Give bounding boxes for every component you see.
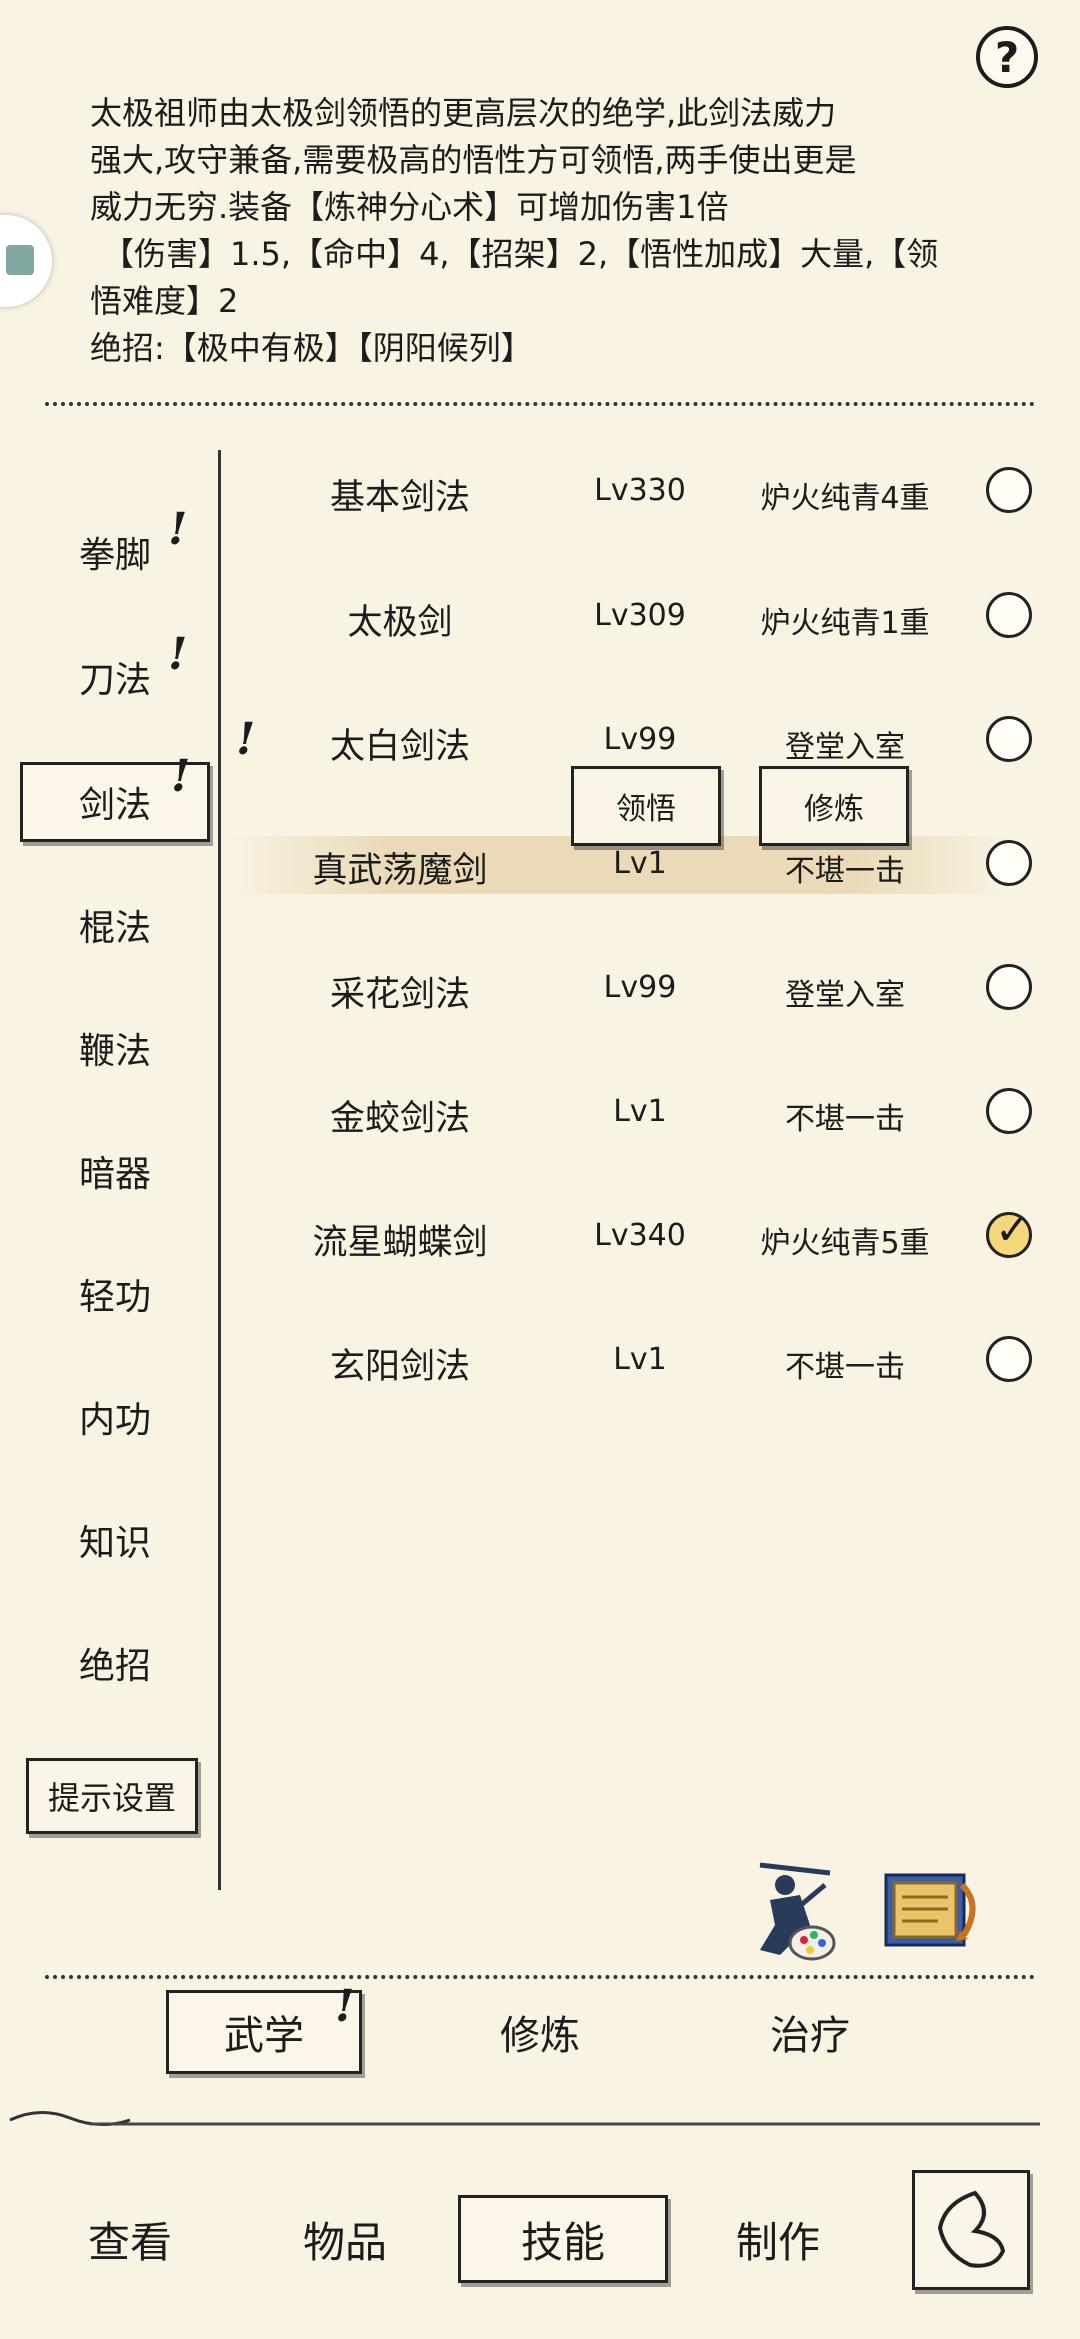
skill-name: 金蛟剑法 (329, 1099, 470, 1139)
skill-name: 太极剑 (347, 603, 453, 643)
scroll-book-icon[interactable] (872, 1855, 990, 1965)
skill-stage: 不堪一击 (785, 854, 905, 889)
skill-row[interactable]: 流星蝴蝶剑 Lv340 炉火纯青5重 ✓ (240, 1190, 1060, 1290)
description-line: 强大,攻守兼备,需要极高的悟性方可领悟,两手使出更是 (90, 141, 857, 179)
skill-description: 太极祖师由太极剑领悟的更高层次的绝学,此剑法威力 强大,攻守兼备,需要极高的悟性… (90, 90, 990, 372)
nav-item-jianfa[interactable]: 剑法 ! (20, 751, 210, 842)
skill-name: 玄阳剑法 (329, 1347, 470, 1387)
nav-item-bianfa[interactable]: 鞭法 (20, 1008, 210, 1088)
equip-radio[interactable] (986, 716, 1032, 762)
equip-radio[interactable] (986, 1088, 1032, 1134)
tab-label: 物品 (302, 2217, 387, 2267)
tab-craft[interactable]: 制作 (708, 2195, 848, 2283)
subtab-wuxue[interactable]: 武学 ! (166, 1981, 362, 2074)
equip-radio[interactable] (986, 1336, 1032, 1382)
side-tab-icon (6, 245, 34, 275)
skill-stage: 不堪一击 (785, 1350, 905, 1385)
skill-level: Lv99 (603, 722, 677, 757)
vertical-divider (218, 450, 221, 1890)
equip-radio[interactable] (986, 964, 1032, 1010)
alert-icon: ! (171, 751, 191, 802)
nav-item-anqi[interactable]: 暗器 (20, 1131, 210, 1211)
skill-stage: 不堪一击 (785, 1102, 905, 1137)
skill-name: 真武荡魔剑 (312, 851, 488, 891)
top-divider (45, 402, 1035, 406)
nav-label: 内功 (78, 1400, 151, 1441)
equip-radio[interactable] (986, 467, 1032, 513)
nav-item-daofa[interactable]: 刀法 ! (20, 629, 210, 717)
nav-label: 棍法 (78, 908, 151, 949)
description-line: 太极祖师由太极剑领悟的更高层次的绝学,此剑法威力 (90, 94, 837, 132)
skill-level: Lv99 (603, 970, 677, 1005)
nav-item-quanjiao[interactable]: 拳脚 ! (20, 504, 210, 592)
back-icon (937, 2190, 1006, 2268)
skill-row[interactable]: 太极剑 Lv309 炉火纯青1重 (240, 570, 1060, 670)
skill-level: Lv1 (613, 846, 667, 881)
skill-stage: 炉火纯青5重 (760, 1226, 930, 1261)
skill-stage: 登堂入室 (785, 730, 905, 765)
subtab-label: 修炼 (500, 2013, 580, 2059)
description-line: 悟难度】2 (90, 282, 239, 320)
alert-icon: ! (168, 504, 188, 555)
skill-row[interactable]: 采花剑法 Lv99 登堂入室 (240, 942, 1060, 1042)
nav-item-gunfa[interactable]: 棍法 (20, 885, 210, 965)
nav-item-zhishi[interactable]: 知识 (20, 1500, 210, 1580)
alert-icon: ! (335, 1981, 355, 2032)
tips-settings-button[interactable]: 提示设置 (26, 1758, 198, 1834)
skill-stage: 登堂入室 (785, 978, 905, 1013)
equip-radio[interactable]: ✓ (986, 1205, 1032, 1258)
equip-radio[interactable] (986, 840, 1032, 886)
skill-level: Lv309 (594, 598, 686, 633)
skill-level: Lv330 (594, 473, 686, 508)
nav-label: 鞭法 (78, 1031, 151, 1072)
nav-label: 刀法 (78, 660, 151, 701)
subtab-xiulian[interactable]: 修炼 (440, 1990, 640, 2074)
skill-stage: 炉火纯青1重 (760, 606, 930, 641)
back-button[interactable] (912, 2170, 1030, 2290)
skill-row[interactable]: 金蛟剑法 Lv1 不堪一击 (240, 1066, 1060, 1166)
skill-name: 采花剑法 (329, 975, 470, 1015)
subtab-label: 武学 (224, 2013, 304, 2059)
skill-name: 流星蝴蝶剑 (312, 1223, 488, 1263)
side-tab-button[interactable] (0, 215, 52, 307)
tab-view[interactable]: 查看 (60, 2195, 200, 2283)
wave-divider (9, 2111, 1040, 2126)
nav-label: 轻功 (78, 1277, 151, 1318)
subtab-label: 治疗 (770, 2013, 850, 2059)
swordsman-icon[interactable] (740, 1855, 850, 1965)
description-line: 威力无穷.装备【炼神分心术】可增加伤害1倍 (90, 188, 729, 226)
skill-name: 基本剑法 (329, 478, 470, 518)
skill-row[interactable]: 基本剑法 Lv330 炉火纯青4重 (240, 445, 1060, 545)
alert-icon: ! (168, 629, 188, 680)
tab-items[interactable]: 物品 (275, 2195, 415, 2283)
skill-name: 太白剑法 (329, 727, 470, 767)
practice-button[interactable]: 修炼 (759, 766, 909, 846)
nav-label: 绝招 (78, 1646, 151, 1687)
skill-level: Lv1 (613, 1342, 667, 1377)
checkmark-icon: ✓ (995, 1205, 1031, 1254)
equip-radio[interactable] (986, 592, 1032, 638)
comprehend-button[interactable]: 领悟 (571, 766, 721, 846)
nav-item-neigong[interactable]: 内功 (20, 1377, 210, 1457)
help-button[interactable]: ? (976, 26, 1038, 88)
skill-level: Lv1 (613, 1094, 667, 1129)
tab-label: 制作 (735, 2217, 820, 2267)
nav-label: 拳脚 (78, 535, 151, 576)
bottom-divider (45, 1975, 1035, 1979)
nav-item-qinggong[interactable]: 轻功 (20, 1254, 210, 1334)
description-line: 【伤害】1.5,【命中】4,【招架】2,【悟性加成】大量,【领 (102, 235, 939, 273)
tab-label: 查看 (87, 2217, 172, 2267)
tab-label: 技能 (520, 2217, 605, 2267)
skill-level: Lv340 (594, 1218, 686, 1253)
tab-skills[interactable]: 技能 (458, 2195, 668, 2283)
skill-row[interactable]: 玄阳剑法 Lv1 不堪一击 (240, 1314, 1060, 1414)
skill-stage: 炉火纯青4重 (760, 481, 930, 516)
nav-item-juezhao[interactable]: 绝招 (20, 1623, 210, 1703)
subtab-zhiliao[interactable]: 治疗 (710, 1990, 910, 2074)
description-line: 绝招:【极中有极】【阴阳候列】 (90, 329, 533, 367)
nav-label: 知识 (78, 1523, 151, 1564)
nav-label: 剑法 (78, 785, 151, 826)
question-mark-icon: ? (994, 32, 1020, 82)
nav-label: 暗器 (78, 1154, 151, 1195)
